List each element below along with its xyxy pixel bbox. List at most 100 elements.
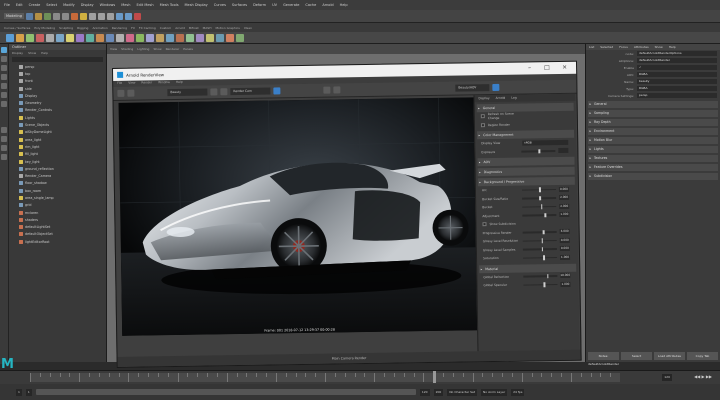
new-scene-icon[interactable] [25, 12, 33, 20]
menu-uv[interactable]: UV [272, 3, 277, 7]
menu-curves[interactable]: Curves [214, 3, 226, 7]
outliner-item[interactable]: ground_reflection [9, 165, 106, 172]
outliner-item[interactable]: grid [9, 202, 106, 209]
outliner-item[interactable]: front [9, 78, 106, 85]
shelf-tool-icon[interactable] [216, 33, 224, 42]
shelf-tool-icon[interactable] [106, 33, 114, 42]
setting-slider[interactable] [522, 204, 557, 209]
minimize-icon[interactable]: – [528, 64, 531, 72]
menu-surfaces[interactable]: Surfaces [232, 3, 247, 7]
menu-cache[interactable]: Cache [305, 3, 316, 7]
slider-knob[interactable] [543, 282, 546, 287]
menu-create[interactable]: Create [29, 3, 41, 7]
slider-knob[interactable] [539, 195, 541, 201]
outliner-item[interactable]: rim_light [9, 143, 106, 150]
setting-slider[interactable] [521, 148, 556, 154]
last-tool-icon[interactable] [1, 101, 7, 107]
shelf-tab[interactable]: FX [131, 26, 135, 30]
outliner-item[interactable]: key_light [9, 158, 106, 165]
shelf-tool-icon[interactable] [166, 33, 174, 42]
shelf-tab[interactable]: FX Caching [139, 26, 156, 30]
shelf-tab[interactable]: Rendering [112, 26, 127, 30]
outliner-item[interactable]: area_light [9, 136, 106, 143]
undo-icon[interactable] [52, 12, 60, 20]
render-stop-icon[interactable] [127, 89, 135, 97]
start-frame-field[interactable]: 1 [16, 388, 22, 396]
time-slider-playhead[interactable] [433, 371, 436, 383]
setting-checkbox[interactable] [482, 222, 487, 227]
attribute-section-header[interactable]: Sampling [588, 110, 718, 117]
menu-file[interactable]: File [4, 3, 10, 7]
fps-select[interactable]: 24 fps [511, 388, 525, 396]
ipr-toggle-icon[interactable] [492, 83, 500, 92]
menu-arnold[interactable]: Arnold [322, 3, 333, 7]
outliner-menu-item[interactable]: Help [41, 50, 48, 56]
attribute-value[interactable]: defaultArnoldRender [637, 58, 717, 63]
setting-slider[interactable] [522, 238, 557, 243]
menu-mesh[interactable]: Mesh [121, 3, 130, 7]
setting-value[interactable]: 1.000 [559, 254, 571, 260]
setting-value[interactable]: 10.000 [560, 273, 571, 279]
shelf-tool-icon[interactable] [36, 33, 44, 42]
range-end-field[interactable]: 120 [419, 388, 430, 396]
setting-slider[interactable] [523, 282, 558, 287]
char-set-select[interactable]: No Character Set [447, 388, 478, 396]
setting-field[interactable]: sRGB [522, 139, 569, 146]
snap-grid-icon[interactable] [88, 12, 96, 20]
four-view-layout-icon[interactable] [1, 136, 7, 142]
outliner-item[interactable]: shaders [9, 216, 106, 223]
menu-modify[interactable]: Modify [63, 3, 75, 7]
setting-slider[interactable] [522, 229, 557, 235]
menu-mesh-display[interactable]: Mesh Display [185, 3, 208, 7]
slider-knob[interactable] [543, 255, 545, 260]
attribute-editor-tab[interactable]: Help [669, 44, 676, 50]
lasso-tool-icon[interactable] [1, 56, 7, 62]
range-start-field[interactable]: 1 [25, 388, 32, 396]
camera-select[interactable]: Beauty [167, 88, 208, 97]
shelf-tab[interactable]: Rigging [77, 26, 88, 30]
menu-generate[interactable]: Generate [283, 3, 299, 7]
outliner-layout-icon[interactable] [1, 145, 7, 151]
select-by-object-icon[interactable] [79, 12, 87, 20]
settings-tab[interactable]: Display [478, 95, 489, 102]
outliner-item[interactable]: Scene_Objects [9, 121, 106, 128]
setting-value[interactable]: 3.000 [559, 229, 570, 235]
attribute-value[interactable]: ✓ [637, 65, 717, 70]
slider-knob[interactable] [541, 238, 543, 243]
attribute-editor-button[interactable]: Load Attributes [654, 352, 685, 360]
shelf-tool-icon[interactable] [16, 33, 24, 42]
outliner-item[interactable]: side [9, 85, 106, 92]
compare-icon[interactable] [333, 86, 341, 94]
settings-tab[interactable]: Arnold [496, 95, 506, 102]
shelf-tool-icon[interactable] [136, 33, 144, 42]
attribute-section-header[interactable]: Subdivision [588, 173, 718, 180]
close-icon[interactable]: × [562, 64, 567, 72]
setting-slider[interactable] [522, 195, 557, 201]
rotate-tool-icon[interactable] [1, 83, 7, 89]
paint-select-tool-icon[interactable] [1, 65, 7, 71]
slider-knob[interactable] [544, 212, 546, 218]
shelf-tab[interactable]: Motion Graphics [215, 26, 239, 30]
outliner-item[interactable]: top [9, 70, 106, 77]
shelf-tab[interactable]: XGen [244, 26, 252, 30]
attribute-editor-button[interactable]: Select [621, 352, 652, 360]
color-picker-icon[interactable] [273, 87, 281, 95]
outliner-item[interactable]: mclaren [9, 209, 106, 216]
shelf-tool-icon[interactable] [186, 33, 194, 42]
attribute-editor-tab[interactable]: Attributes [634, 44, 649, 50]
attribute-section-header[interactable]: Motion Blur [588, 137, 718, 144]
shelf-tool-icon[interactable] [156, 33, 164, 42]
shelf-tool-icon[interactable] [236, 33, 244, 42]
outliner-item[interactable]: aiSkyDomeLight [9, 129, 106, 136]
attribute-editor-tab[interactable]: Show [655, 44, 663, 50]
shelf-tab[interactable]: Animation [92, 26, 107, 30]
render-frame-icon[interactable] [115, 12, 123, 20]
node-name-field[interactable]: defaultArnoldRenderOptions [637, 51, 717, 56]
current-frame-field[interactable]: 120 [662, 374, 672, 381]
workspace-mode-select[interactable]: Modeling [4, 13, 24, 19]
aov-select[interactable]: Render Cam [230, 87, 271, 96]
viewport-menu-item[interactable]: Panels [183, 47, 193, 51]
attribute-value[interactable]: persp [637, 93, 717, 98]
save-scene-icon[interactable] [43, 12, 51, 20]
menu-edit[interactable]: Edit [16, 3, 23, 7]
